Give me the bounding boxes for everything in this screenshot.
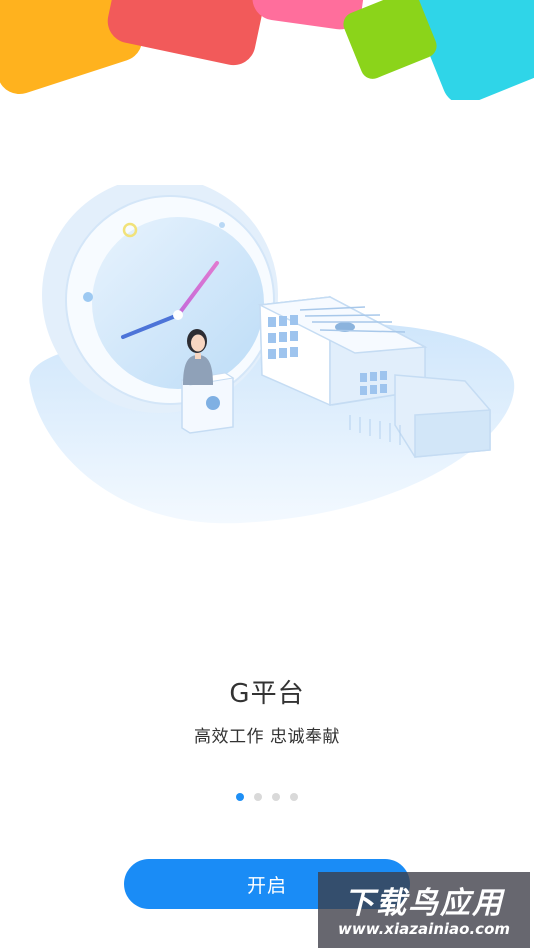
page-dot-3 — [272, 793, 280, 801]
app-title: G平台 — [229, 679, 305, 709]
watermark-url: www.xiazainiao.com — [337, 920, 511, 938]
watermark-title: 下载鸟应用 — [344, 886, 504, 921]
page-indicator — [0, 793, 534, 801]
office-clock-illustration — [29, 185, 515, 524]
page-dot-1 — [236, 793, 244, 801]
app-slogan: 高效工作 忠诚奉献 — [194, 727, 340, 747]
decorative-shapes-banner — [0, 0, 534, 100]
page-dot-4 — [290, 793, 298, 801]
page-dot-2 — [254, 793, 262, 801]
watermark-logo: 下载鸟应用 www.xiazainiao.com — [318, 872, 530, 948]
